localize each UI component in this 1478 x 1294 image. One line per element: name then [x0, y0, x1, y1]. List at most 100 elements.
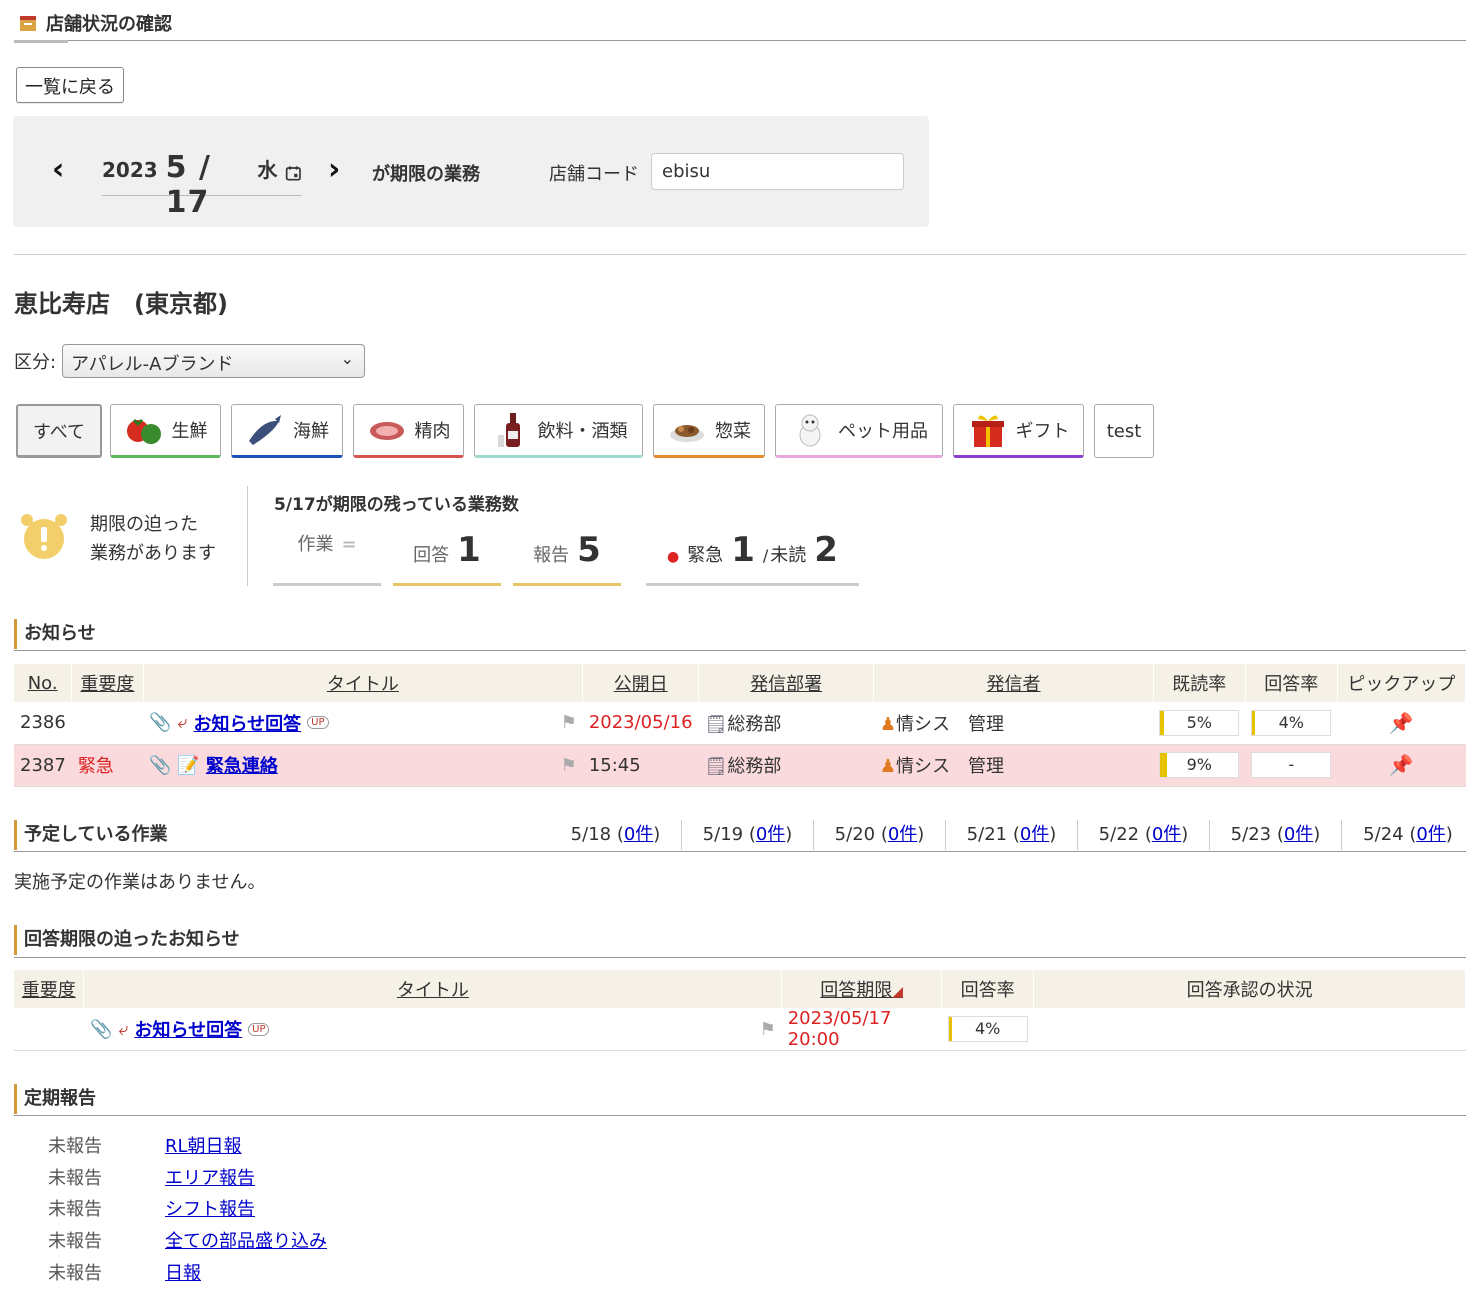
notice-title-link[interactable]: 緊急連絡 — [206, 752, 278, 778]
row-dept: 🗒総務部 — [698, 744, 874, 787]
category-tab-beverage[interactable]: 飲料・酒類 — [474, 404, 643, 458]
answer-rate-bar: 4% — [1251, 709, 1332, 736]
day-count-link[interactable]: 0件 — [888, 824, 917, 845]
flag-icon[interactable]: ⚑ — [561, 712, 577, 733]
report-status: 未報告 — [48, 1136, 102, 1157]
notice-title-link[interactable]: お知らせ回答 — [194, 710, 302, 736]
stat-work[interactable]: 作業 = — [273, 530, 381, 586]
date-picker[interactable]: 2023 5 / 17 水 — [102, 150, 302, 220]
row-title-cell: 📎 ⤶ お知らせ回答 UP ⚑ — [143, 702, 583, 745]
report-link[interactable]: エリア報告 — [165, 1168, 255, 1189]
table-row[interactable]: 2387 緊急 📎 📝 緊急連絡 ⚑ 15:45 🗒総務部 ♟情シス 管理 9%… — [14, 744, 1466, 787]
pin-icon[interactable]: 📌 — [1389, 711, 1414, 735]
stat-answer[interactable]: 回答 1 — [393, 530, 501, 586]
day-count-link[interactable]: 0件 — [1284, 824, 1313, 845]
calendar-icon[interactable] — [285, 163, 302, 183]
flag-icon[interactable]: ⚑ — [760, 1019, 776, 1040]
row-title-cell: 📎 📝 緊急連絡 ⚑ — [143, 744, 583, 787]
paperclip-icon: 📎 — [149, 712, 172, 734]
category-tab-all[interactable]: すべて — [16, 404, 102, 458]
day-label: 5/22 — [1098, 824, 1140, 845]
notices-rule — [14, 650, 1466, 651]
report-link[interactable]: シフト報告 — [165, 1199, 255, 1220]
row-dept: 🗒総務部 — [698, 702, 874, 745]
col-priority[interactable]: 重要度 — [14, 970, 85, 1008]
up-badge-icon: UP — [248, 1022, 270, 1036]
row-no: 2386 — [14, 702, 72, 745]
paperclip-icon: 📎 — [149, 754, 172, 776]
row-deadline: 2023/05/17 20:00 — [781, 1008, 942, 1051]
report-link[interactable]: 全ての部品盛り込み — [165, 1231, 327, 1252]
alert-message: 期限の迫った 業務があります — [90, 510, 216, 568]
row-priority — [71, 702, 143, 745]
read-rate-bar: 9% — [1159, 752, 1240, 778]
report-status: 未報告 — [48, 1263, 102, 1284]
store-code-input[interactable]: ebisu — [651, 153, 904, 190]
table-row[interactable]: 2386 📎 ⤶ お知らせ回答 UP ⚑ 2023/05/16 🗒総務部 ♟情シ… — [14, 702, 1466, 745]
next-day-icon[interactable]: › — [328, 152, 340, 187]
col-dept[interactable]: 発信部署 — [698, 664, 875, 702]
day-count-link[interactable]: 0件 — [756, 824, 785, 845]
answer-rate-bar: 4% — [947, 1016, 1028, 1042]
day-count-link[interactable]: 0件 — [624, 824, 653, 845]
list-item: 未報告 RL朝日報 — [48, 1132, 242, 1158]
paperclip-icon: 📎 — [89, 1018, 113, 1040]
notice-title-link[interactable]: お知らせ回答 — [134, 1016, 242, 1042]
schedule-day: 5/18 (0件) — [550, 820, 682, 850]
prev-day-icon[interactable]: ‹ — [52, 152, 64, 187]
row-sender: ♟情シス 管理 — [873, 702, 1154, 745]
col-answer-rate: 回答率 — [1245, 664, 1338, 702]
kubun-selected: アパレル-Aブランド — [71, 354, 234, 375]
up-badge-icon: UP — [307, 716, 329, 730]
store-name: 恵比寿店 (東京都) — [14, 290, 228, 318]
stat-urgent-unread[interactable]: ● 緊急 1 / 未読 2 — [646, 530, 859, 586]
category-tab-gift[interactable]: ギフト — [953, 404, 1084, 458]
col-title[interactable]: タイトル — [143, 664, 584, 702]
category-tab-pet[interactable]: ペット用品 — [775, 404, 943, 458]
kubun-select[interactable]: アパレル-Aブランド ⌄ — [62, 344, 365, 378]
day-label: 5/21 — [966, 824, 1008, 845]
col-priority[interactable]: 重要度 — [71, 664, 144, 702]
category-label: 惣菜 — [715, 421, 751, 442]
category-tab-seafood[interactable]: 海鮮 — [231, 404, 343, 458]
day-count-link[interactable]: 0件 — [1152, 824, 1181, 845]
col-deadline[interactable]: 回答期限◢ — [781, 970, 943, 1008]
category-tab-meat[interactable]: 精肉 — [353, 404, 464, 458]
dept-text: 総務部 — [727, 713, 782, 735]
category-label: 生鮮 — [171, 421, 208, 442]
stat-report[interactable]: 報告 5 — [513, 530, 621, 586]
col-date[interactable]: 公開日 — [582, 664, 700, 702]
schedule-heading: 予定している作業 — [14, 820, 167, 850]
sender-text: 情シス 管理 — [895, 713, 1004, 735]
person-icon: ♟ — [879, 756, 896, 777]
report-link[interactable]: RL朝日報 — [165, 1136, 242, 1157]
due-tasks-label: が期限の業務 — [372, 164, 480, 185]
alarm-clock-icon — [21, 514, 67, 559]
col-sender[interactable]: 発信者 — [873, 664, 1154, 702]
row-answer-rate: 4% — [1245, 702, 1338, 745]
day-count-link[interactable]: 0件 — [1416, 824, 1445, 845]
stat-separator: / — [762, 546, 769, 565]
schedule-day: 5/21 (0件) — [946, 820, 1078, 850]
read-rate-text: 9% — [1186, 755, 1212, 774]
category-tab-test[interactable]: test — [1094, 404, 1154, 458]
back-to-list-button[interactable]: 一覧に戻る — [16, 67, 124, 103]
day-of-week: 水 — [257, 158, 278, 182]
day-label: 5/23 — [1230, 824, 1272, 845]
flag-icon[interactable]: ⚑ — [561, 755, 577, 776]
row-sender: ♟情シス 管理 — [873, 744, 1154, 787]
pin-icon[interactable]: 📌 — [1389, 753, 1414, 777]
deadline-table: 重要度 タイトル 回答期限◢ 回答率 回答承認の状況 📎 ⤶ お知らせ回答 UP… — [14, 970, 1466, 1051]
category-tab-fresh[interactable]: 生鮮 — [110, 404, 221, 458]
day-label: 5/24 — [1363, 824, 1404, 845]
category-tab-deli[interactable]: 惣菜 — [653, 404, 765, 458]
periodic-rule — [14, 1115, 1466, 1116]
col-title[interactable]: タイトル — [83, 970, 783, 1008]
col-no[interactable]: No. — [14, 664, 73, 702]
report-link[interactable]: 日報 — [165, 1263, 201, 1284]
table-row[interactable]: 📎 ⤶ お知らせ回答 UP ⚑ 2023/05/17 20:00 4% — [14, 1008, 1466, 1051]
schedule-day: 5/23 (0件) — [1210, 820, 1342, 850]
report-status: 未報告 — [48, 1199, 102, 1220]
fish-icon — [249, 415, 281, 445]
day-count-link[interactable]: 0件 — [1020, 824, 1049, 845]
